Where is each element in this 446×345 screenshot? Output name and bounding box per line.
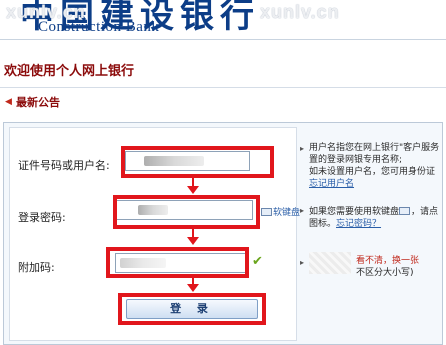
captcha-input[interactable] [115,253,247,273]
password-label: 登录密码: [18,211,66,224]
triangle-right-icon: ▸ [300,206,305,215]
page-title: 欢迎使用个人网上银行 [4,64,135,79]
forgot-password-link[interactable]: 忘记密码？ [336,219,381,229]
username-hint-line3: 如未设置用户名，您可用身份证 [309,167,436,177]
announcement-link[interactable]: 最新公告 [16,94,60,110]
username-input[interactable] [125,151,250,171]
blurred-captcha [120,258,166,268]
username-hint-line1: 用户名指您在网上银行"客户服务 [309,143,440,153]
password-hint: 如果您需要使用软键盘 ，请点 图标。忘记密码？ [309,206,438,230]
triangle-left-icon: ◀ [5,97,12,107]
keyboard-icon [399,207,411,215]
checkmark-icon: ✔ [252,254,263,269]
watermark-text-right: xunlv.cn [260,2,340,22]
captcha-case-note: 不区分大小写) [356,268,414,278]
bank-header: 中国建设银行 Construction Bank xunlv.cn xunlv.… [0,0,446,40]
captcha-hint: 看不清，换一张 不区分大小写) [356,255,419,279]
soft-keyboard-label: 软键盘 [273,208,301,218]
arrow-down-icon [187,186,199,194]
forgot-username-link[interactable]: 忘记用户名 [309,178,439,190]
triangle-right-icon: ▸ [300,144,305,153]
soft-keyboard-button[interactable]: 软键盘 [261,205,300,218]
username-label: 证件号码或用户名: [18,159,110,172]
login-button[interactable]: 登 录 [126,299,258,319]
password-hint-line1-tail: ，请点 [411,207,439,217]
username-hint: 用户名指您在网上银行"客户服务 置的登录网银专用名称; 如未设置用户名，您可用身… [309,142,439,190]
arrow-down-icon [187,284,199,292]
password-hint-line1: 如果您需要使用软键盘 [309,207,400,217]
triangle-right-icon: ▸ [300,258,305,267]
password-input[interactable] [115,200,253,220]
username-hint-line2: 置的登录网银专用名称; [309,155,403,165]
blurred-username [144,156,204,166]
blurred-password [138,205,168,215]
arrow-down-icon [187,237,199,245]
keyboard-icon [261,208,272,216]
captcha-image [309,252,351,274]
welcome-bar: 欢迎使用个人网上银行 [0,40,446,88]
announcement-section: ◀ 最新公告 [0,88,446,118]
refresh-captcha-link[interactable]: 看不清，换一张 [356,255,419,267]
password-hint-line2: 图标。 [309,219,337,229]
watermark-text: xunlv.cn [6,2,86,22]
captcha-label: 附加码: [18,261,55,274]
